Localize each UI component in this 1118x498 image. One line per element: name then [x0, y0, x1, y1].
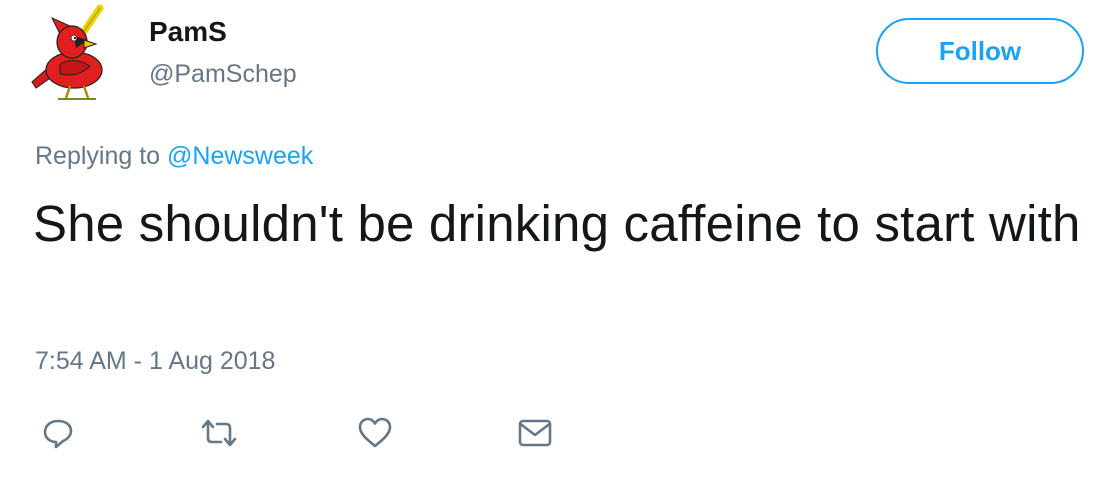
- avatar[interactable]: [30, 4, 128, 102]
- direct-message-button[interactable]: [512, 410, 558, 456]
- like-icon: [358, 417, 392, 448]
- display-name[interactable]: PamS: [149, 14, 227, 50]
- tweet-timestamp[interactable]: 7:54 AM - 1 Aug 2018: [35, 345, 275, 377]
- cardinal-logo-icon: [31, 4, 104, 100]
- replying-to-line: Replying to @Newsweek: [35, 140, 313, 172]
- follow-button[interactable]: Follow: [876, 18, 1084, 84]
- retweet-button[interactable]: [196, 410, 242, 456]
- replying-to-label: Replying to: [35, 142, 161, 170]
- reply-mention-link[interactable]: @Newsweek: [167, 142, 313, 170]
- tweet-card: PamS @PamSchep Follow Replying to @Newsw…: [0, 0, 1118, 498]
- like-button[interactable]: [352, 410, 398, 456]
- user-handle[interactable]: @PamSchep: [149, 58, 297, 90]
- message-icon: [518, 419, 552, 447]
- tweet-text: She shouldn't be drinking caffeine to st…: [33, 195, 1081, 252]
- retweet-icon: [201, 419, 237, 447]
- reply-button[interactable]: [35, 410, 81, 456]
- reply-icon: [43, 419, 73, 449]
- tweet-actions: [0, 410, 1118, 456]
